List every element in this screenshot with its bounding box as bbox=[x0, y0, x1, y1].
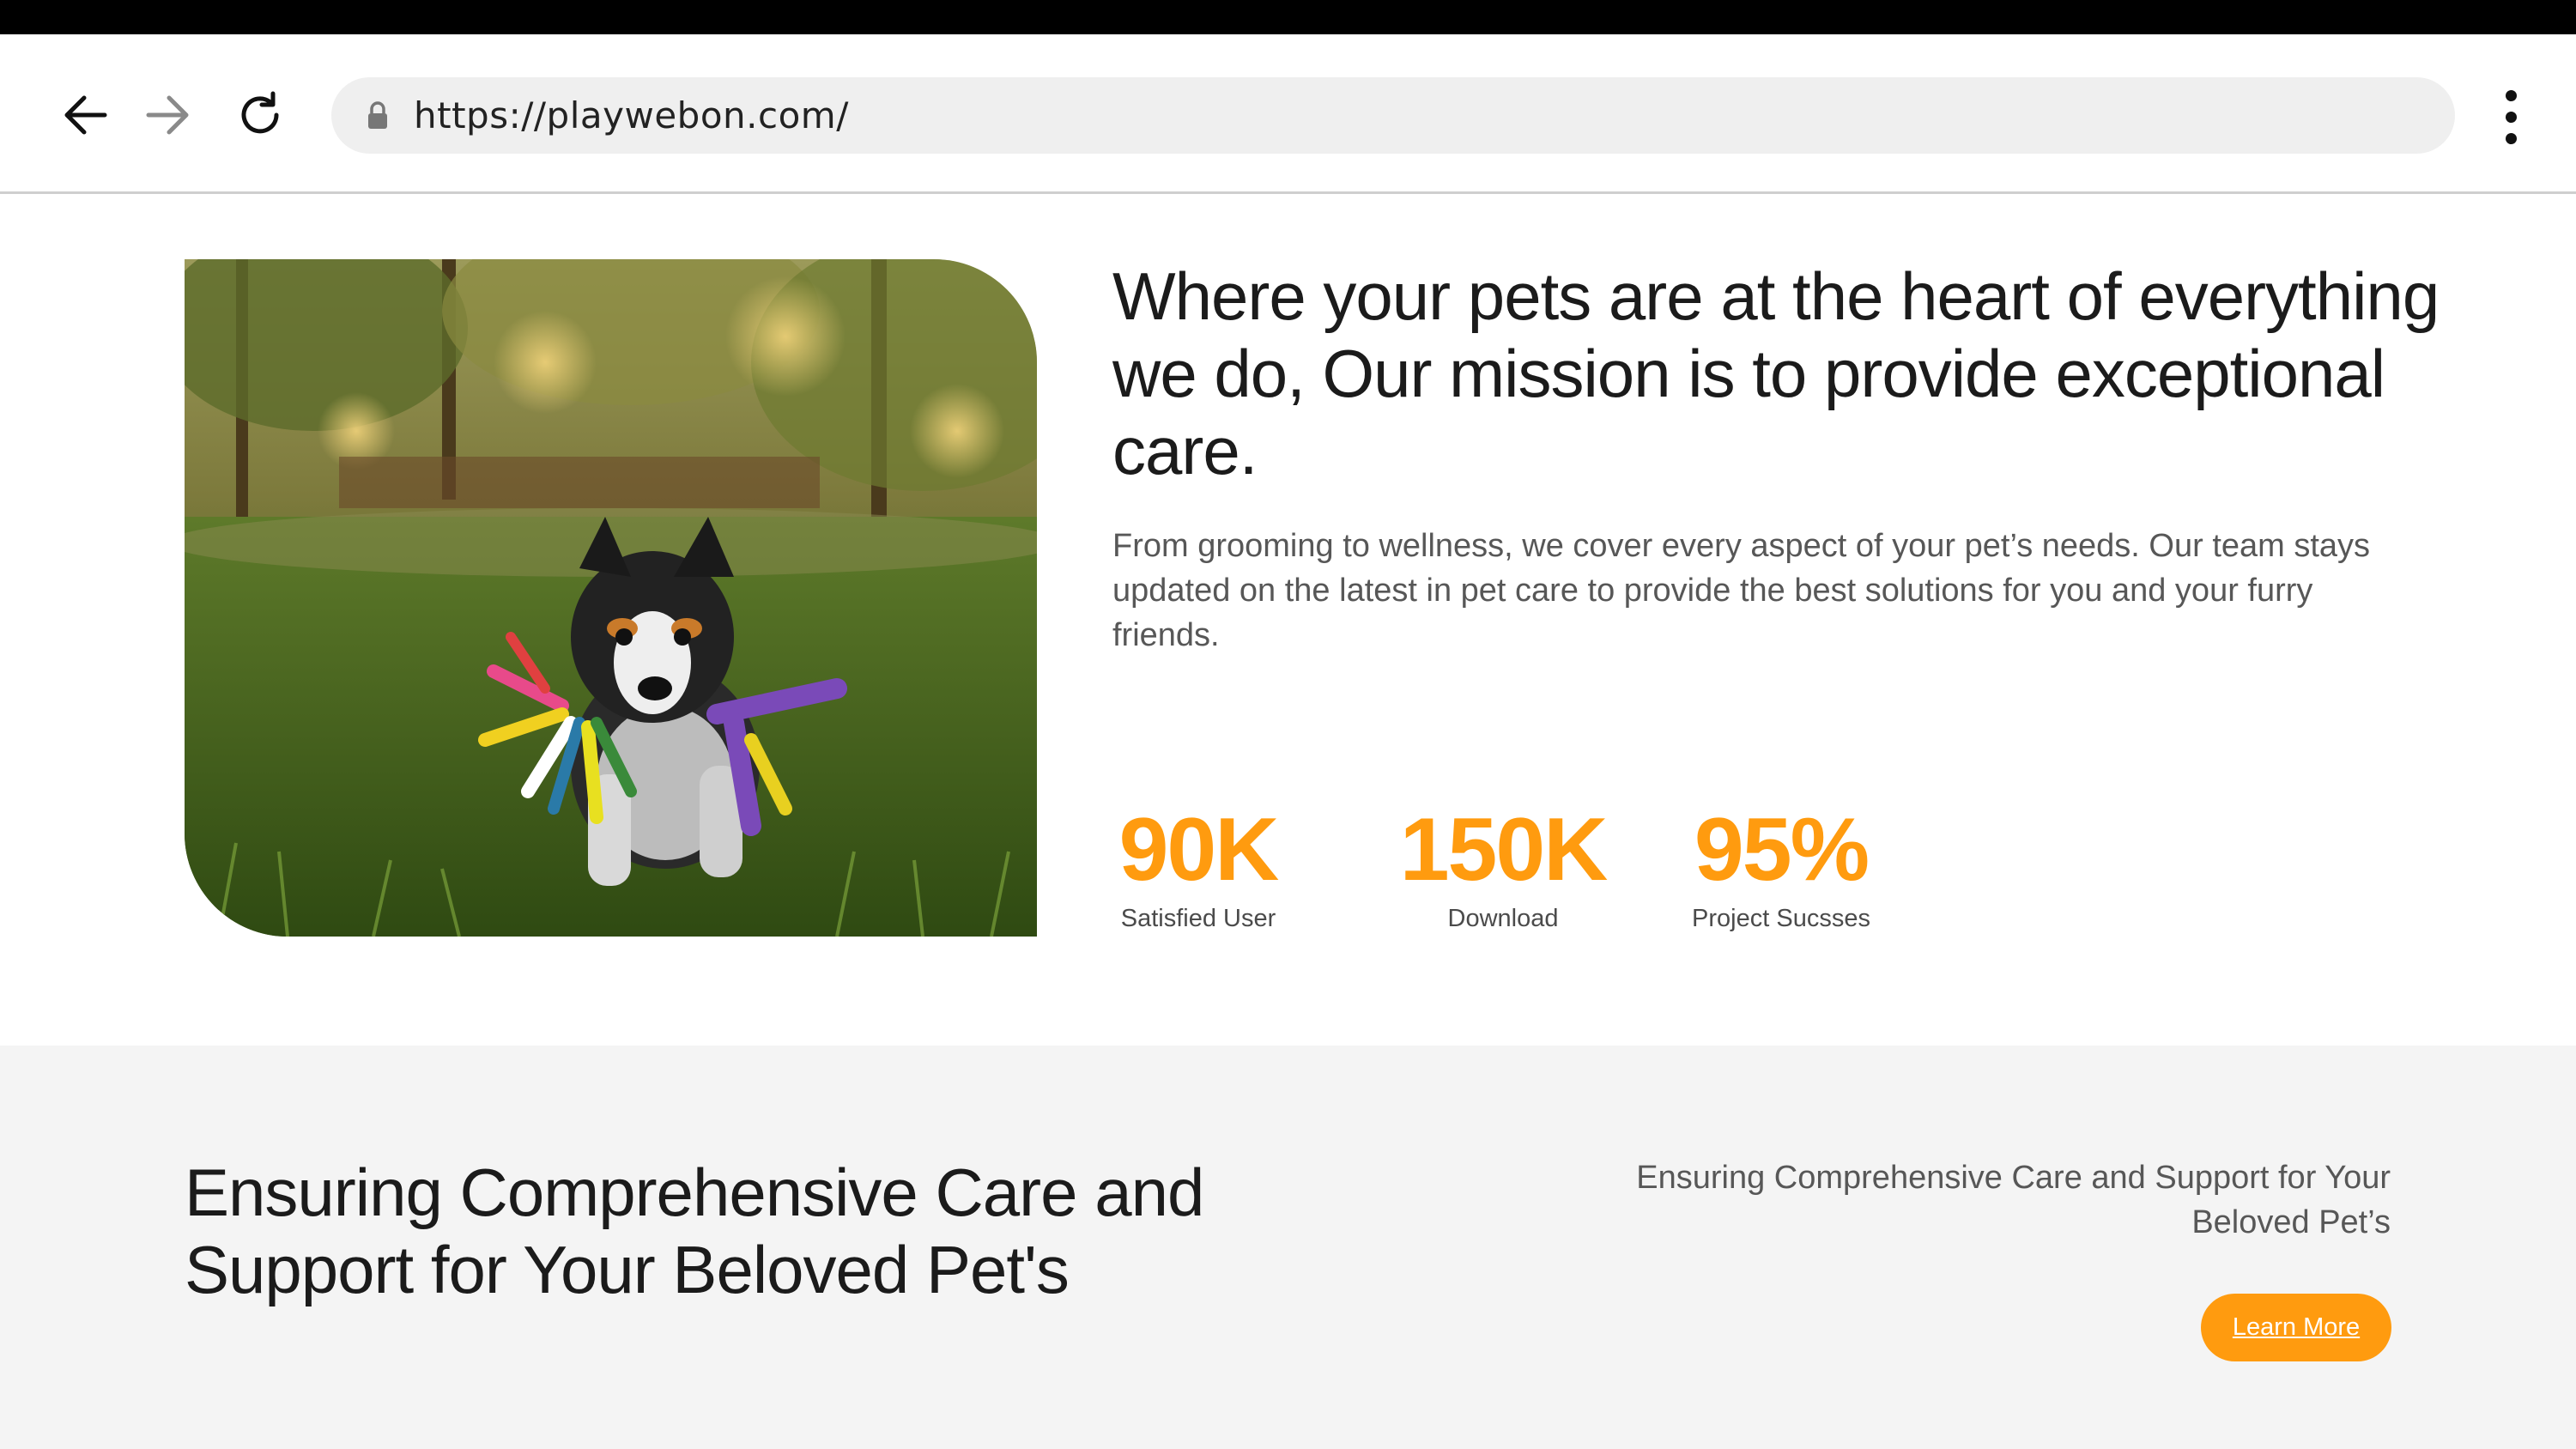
care-heading: Ensuring Comprehensive Care and Support … bbox=[185, 1155, 1204, 1307]
browser-menu-button[interactable] bbox=[2489, 82, 2532, 151]
back-button[interactable] bbox=[47, 76, 124, 154]
address-bar[interactable]: https://playwebon.com/ bbox=[331, 77, 2455, 154]
puppy-photo bbox=[185, 259, 1037, 937]
care-subtext: Ensuring Comprehensive Care and Support … bbox=[1636, 1160, 2391, 1240]
hero-body: From grooming to wellness, we cover ever… bbox=[1112, 528, 2371, 653]
hero-heading: Where your pets are at the heart of ever… bbox=[1112, 258, 2440, 488]
more-vert-icon bbox=[2505, 89, 2517, 101]
browser-toolbar: https://playwebon.com/ bbox=[0, 34, 2576, 194]
stat-value: 95% bbox=[1694, 800, 1870, 900]
reload-button[interactable] bbox=[221, 76, 299, 154]
stat-project-success: 95% Project Sucsses bbox=[1686, 798, 1876, 936]
stat-label: Download bbox=[1447, 905, 1559, 932]
status-bar bbox=[0, 0, 2576, 34]
lock-icon bbox=[362, 99, 393, 133]
stat-satisfied-users: 90K Satisfied User bbox=[1112, 798, 1284, 936]
care-section: Ensuring Comprehensive Care and Support … bbox=[0, 1046, 2576, 1449]
stat-label: Project Sucsses bbox=[1692, 905, 1870, 932]
stat-value: 150K bbox=[1399, 800, 1609, 900]
arrow-left-icon bbox=[64, 95, 107, 135]
reload-icon bbox=[241, 91, 279, 134]
stat-label: Satisfied User bbox=[1120, 905, 1276, 932]
stat-value: 90K bbox=[1118, 800, 1280, 900]
forward-button[interactable] bbox=[129, 76, 206, 154]
learn-more-button[interactable]: Learn More bbox=[2201, 1294, 2391, 1361]
arrow-right-icon bbox=[146, 95, 189, 135]
stat-downloads: 150K Download bbox=[1397, 798, 1609, 936]
url-text: https://playwebon.com/ bbox=[414, 94, 849, 136]
